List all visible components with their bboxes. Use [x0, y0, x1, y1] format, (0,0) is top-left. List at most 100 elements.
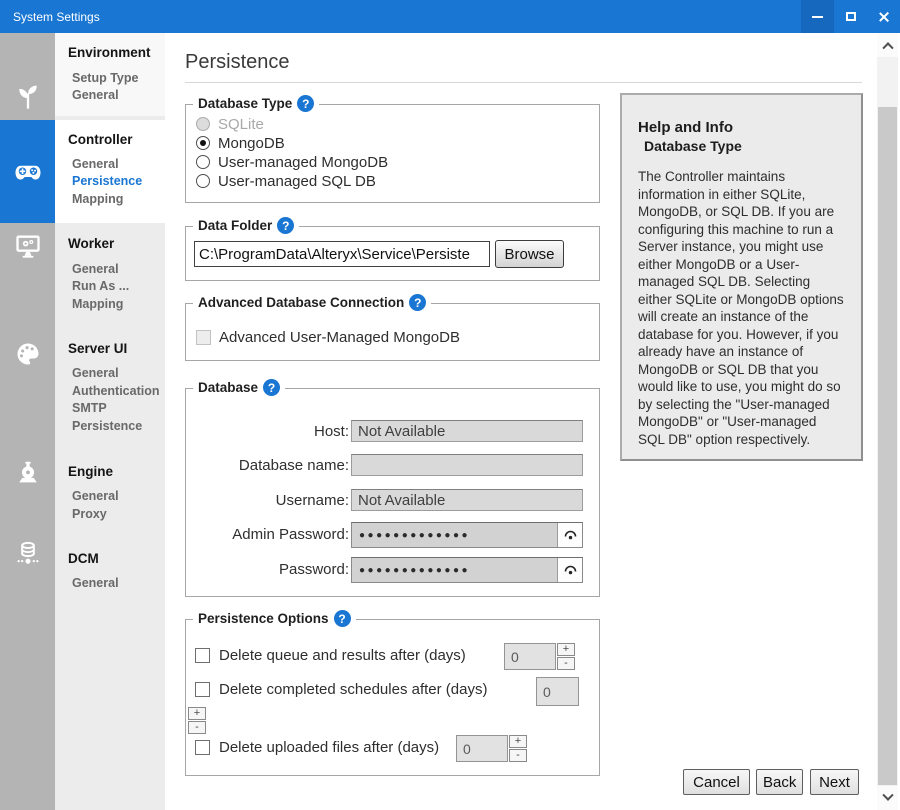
database-network-icon: [14, 539, 42, 567]
back-button[interactable]: Back: [756, 769, 803, 795]
password-reveal-icon: [564, 530, 577, 541]
delete-schedules-days-input[interactable]: 0: [536, 677, 579, 706]
database-help-icon[interactable]: ?: [263, 379, 280, 396]
nav-item-controller-general[interactable]: General: [72, 157, 119, 171]
browse-button[interactable]: Browse: [495, 240, 564, 268]
delete-uploads-spin-down[interactable]: -: [509, 749, 527, 762]
radio-user-managed-mongodb-label: User-managed MongoDB: [218, 154, 388, 171]
maximize-button[interactable]: [834, 0, 867, 33]
password-label: Password:: [186, 561, 349, 578]
persistence-options-legend-text: Persistence Options: [198, 611, 329, 626]
delete-uploads-checkbox[interactable]: [195, 740, 210, 755]
advanced-mongodb-checkbox[interactable]: [196, 330, 211, 345]
next-button[interactable]: Next: [810, 769, 859, 795]
nav-item-engine-proxy[interactable]: Proxy: [72, 507, 107, 521]
delete-uploads-spin-up[interactable]: +: [509, 735, 527, 748]
data-folder-input[interactable]: [194, 241, 490, 267]
delete-schedules-spinner: + -: [188, 707, 206, 734]
vertical-scrollbar[interactable]: [877, 33, 898, 810]
database-type-legend: Database Type ?: [193, 95, 319, 112]
nav-item-engine-general[interactable]: General: [72, 489, 119, 503]
nav-item-server-authentication[interactable]: Authentication: [72, 384, 160, 398]
window-controls: [801, 0, 900, 33]
host-field: Not Available: [351, 420, 583, 442]
gamepad-icon: [13, 157, 43, 187]
delete-uploads-days-input[interactable]: 0: [456, 735, 508, 762]
rail-item-server-ui[interactable]: [0, 338, 55, 370]
database-type-group: Database Type ? SQLite MongoDB User-mana…: [185, 104, 600, 203]
advanced-connection-group: Advanced Database Connection ? Advanced …: [185, 303, 600, 361]
nav-item-server-general[interactable]: General: [72, 366, 119, 380]
database-type-help-icon[interactable]: ?: [297, 95, 314, 112]
cancel-button[interactable]: Cancel: [683, 769, 750, 795]
nav-item-controller-mapping[interactable]: Mapping: [72, 192, 123, 206]
radio-user-managed-mongodb[interactable]: [196, 155, 210, 169]
database-legend: Database ?: [193, 379, 285, 396]
radio-row-user-managed-mongodb[interactable]: User-managed MongoDB: [196, 153, 388, 171]
persistence-options-help-icon[interactable]: ?: [334, 610, 351, 627]
close-button[interactable]: [867, 0, 900, 33]
nav-item-server-persistence[interactable]: Persistence: [72, 419, 142, 433]
advanced-connection-legend: Advanced Database Connection ?: [193, 294, 431, 311]
nav-item-dcm-general[interactable]: General: [72, 576, 119, 590]
persistence-options-group: Persistence Options ? Delete queue and r…: [185, 619, 600, 776]
radio-row-sqlite[interactable]: SQLite: [196, 115, 264, 133]
rail-item-dcm[interactable]: [0, 537, 55, 569]
scroll-up-button[interactable]: [877, 33, 898, 57]
username-label: Username:: [186, 492, 349, 509]
radio-row-mongodb[interactable]: MongoDB: [196, 134, 285, 152]
nav-header-dcm: DCM: [68, 551, 99, 566]
password-dots: ●●●●●●●●●●●●●: [352, 558, 557, 582]
admin-password-field: ●●●●●●●●●●●●●: [351, 522, 583, 548]
username-field: Not Available: [351, 489, 583, 511]
delete-queue-days-input[interactable]: 0: [504, 643, 556, 670]
password-reveal-button[interactable]: [557, 558, 582, 582]
database-legend-text: Database: [198, 380, 258, 395]
nav-item-setup-type[interactable]: Setup Type: [72, 71, 138, 85]
nav-item-worker-run-as[interactable]: Run As ...: [72, 279, 129, 293]
minimize-button[interactable]: [801, 0, 834, 33]
delete-queue-checkbox[interactable]: [195, 648, 210, 663]
rail-item-worker[interactable]: [0, 230, 55, 262]
advanced-mongodb-label: Advanced User-Managed MongoDB: [219, 329, 460, 346]
password-field: ●●●●●●●●●●●●●: [351, 557, 583, 583]
nav-header-engine: Engine: [68, 464, 113, 479]
data-folder-legend: Data Folder ?: [193, 217, 299, 234]
admin-password-label: Admin Password:: [186, 526, 349, 543]
advanced-connection-help-icon[interactable]: ?: [409, 294, 426, 311]
nav-header-environment: Environment: [68, 45, 151, 60]
window-title: System Settings: [13, 10, 100, 24]
nav-item-server-smtp[interactable]: SMTP: [72, 401, 107, 415]
nav-header-server-ui: Server UI: [68, 341, 127, 356]
radio-mongodb[interactable]: [196, 136, 210, 150]
delete-queue-spin-down[interactable]: -: [557, 657, 575, 670]
data-folder-legend-text: Data Folder: [198, 218, 272, 233]
help-panel-body: The Controller maintains information in …: [638, 168, 845, 448]
icon-rail: [0, 33, 55, 810]
delete-queue-label: Delete queue and results after (days): [219, 647, 466, 664]
radio-sqlite[interactable]: [196, 117, 210, 131]
radio-row-user-managed-sql-db[interactable]: User-managed SQL DB: [196, 172, 376, 190]
chevron-up-icon: [882, 42, 893, 53]
title-divider: [185, 82, 862, 83]
delete-schedules-spin-up[interactable]: +: [188, 707, 206, 720]
titlebar: System Settings: [0, 0, 900, 33]
nav-header-controller: Controller: [68, 132, 133, 147]
delete-queue-spin-up[interactable]: +: [557, 643, 575, 656]
rail-item-engine[interactable]: [0, 457, 55, 489]
host-label: Host:: [186, 423, 349, 440]
delete-schedules-checkbox[interactable]: [195, 682, 210, 697]
admin-password-reveal-button[interactable]: [557, 523, 582, 547]
radio-user-managed-sql-db[interactable]: [196, 174, 210, 188]
scrollbar-thumb[interactable]: [878, 107, 897, 785]
rail-item-environment[interactable]: [0, 81, 55, 113]
data-folder-help-icon[interactable]: ?: [277, 217, 294, 234]
rail-item-controller[interactable]: [0, 120, 55, 223]
nav-item-worker-mapping[interactable]: Mapping: [72, 297, 123, 311]
nav-item-environment-general[interactable]: General: [72, 88, 119, 102]
scroll-down-button[interactable]: [877, 786, 898, 810]
close-icon: [878, 11, 890, 23]
nav-item-worker-general[interactable]: General: [72, 262, 119, 276]
delete-schedules-spin-down[interactable]: -: [188, 721, 206, 734]
nav-item-controller-persistence[interactable]: Persistence: [72, 174, 142, 188]
